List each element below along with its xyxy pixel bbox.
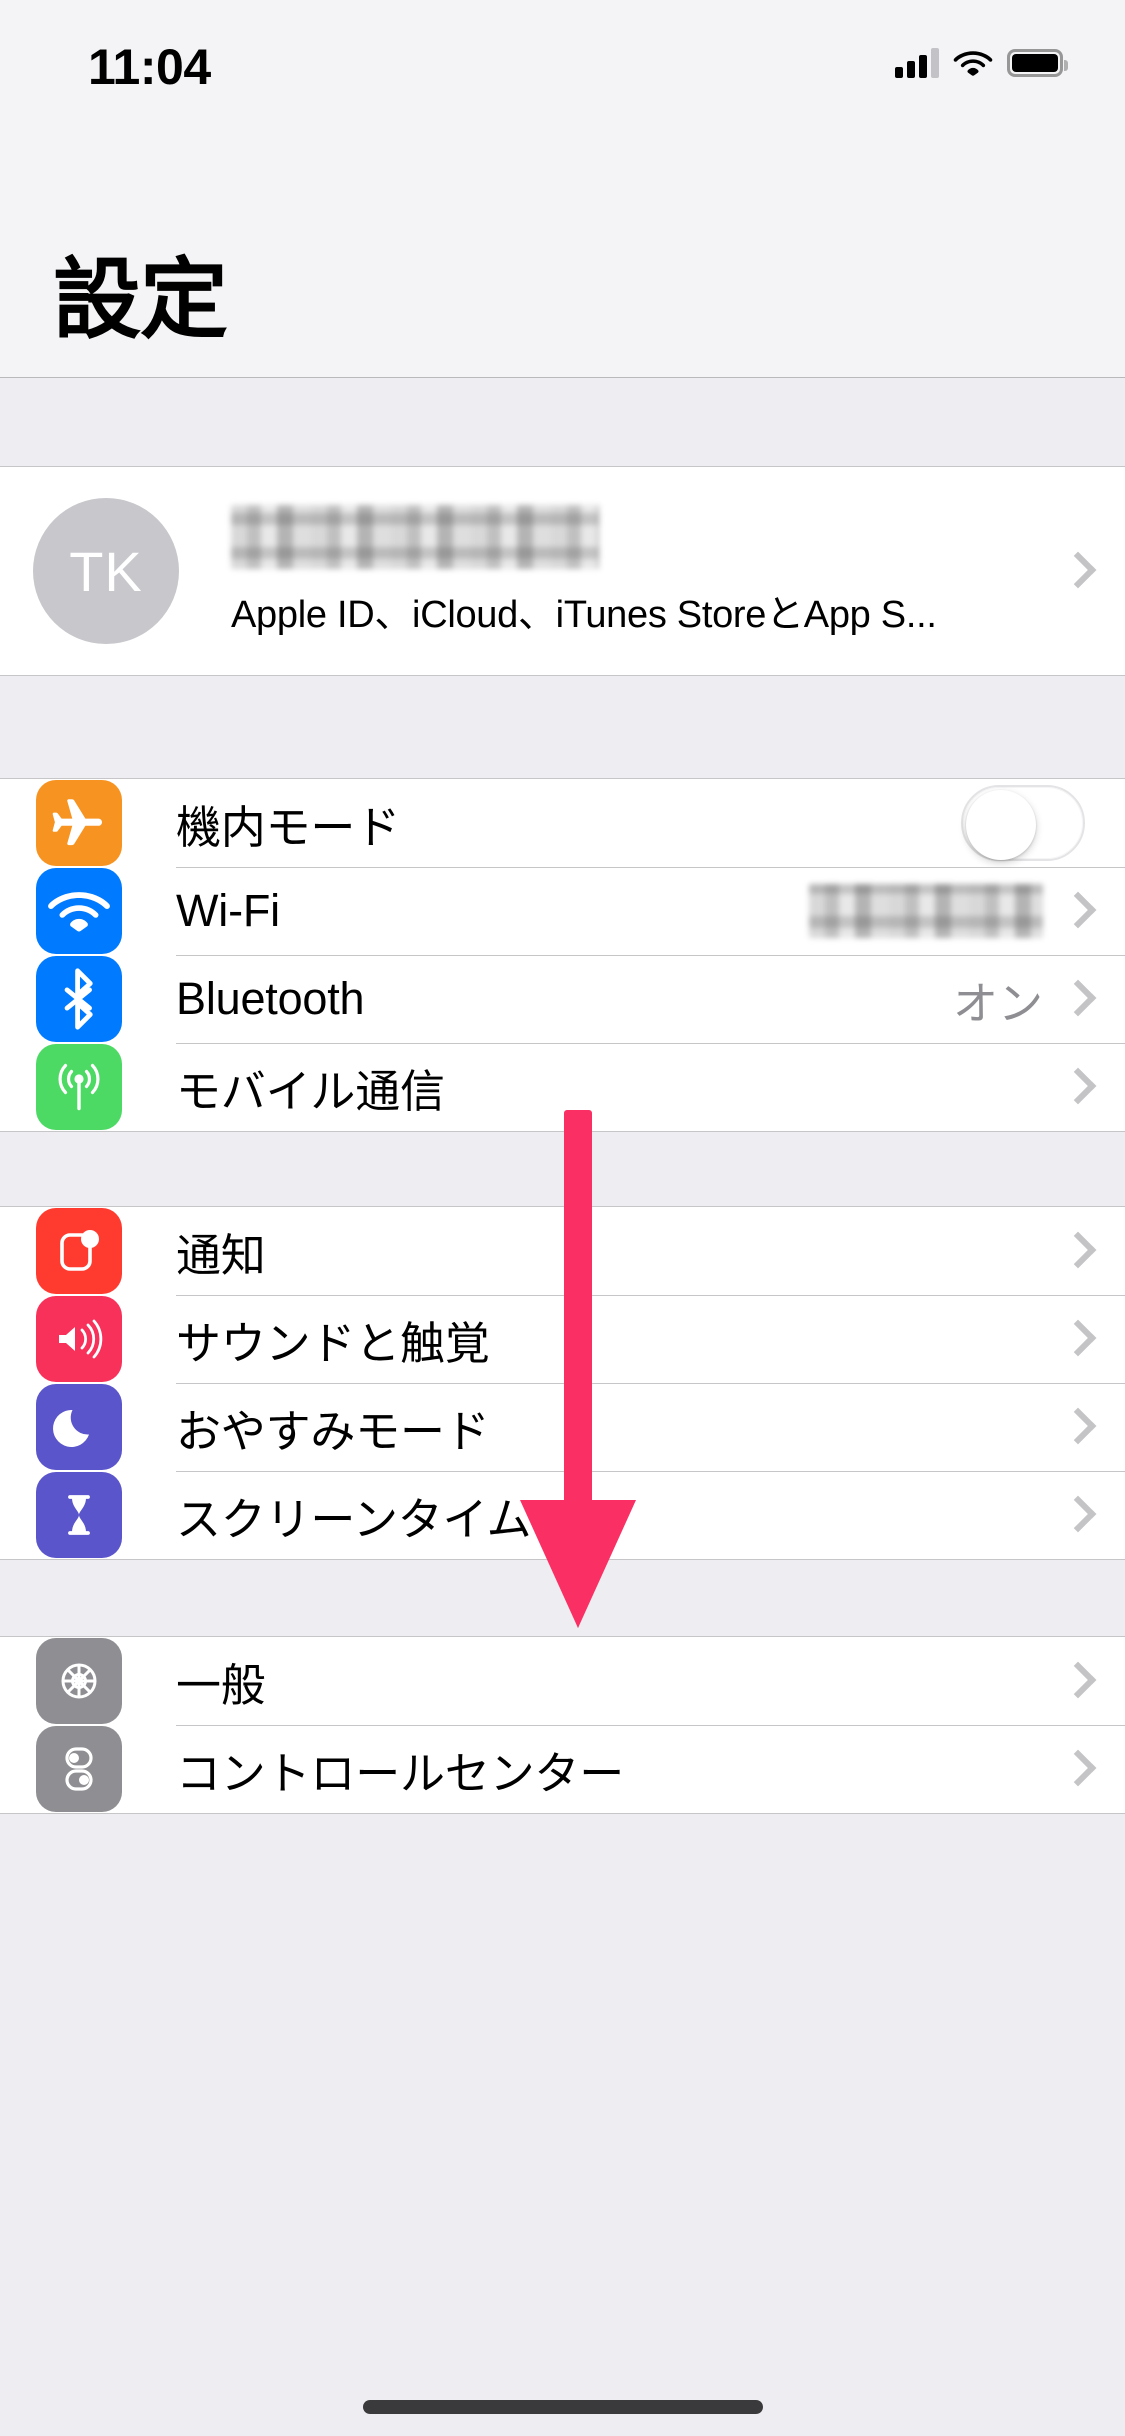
settings-row-accessory bbox=[809, 884, 1125, 938]
settings-row-label: スクリーンタイム bbox=[176, 1493, 532, 1545]
settings-row-general[interactable]: 一般 bbox=[0, 1637, 1125, 1725]
settings-row-label: Bluetooth bbox=[176, 973, 365, 1024]
chevron-right-icon bbox=[1065, 1233, 1085, 1269]
settings-row-label: 通知 bbox=[176, 1229, 266, 1281]
wifi-icon bbox=[36, 868, 122, 954]
status-bar: 11:04 bbox=[0, 0, 1125, 132]
cellular-signal-icon bbox=[895, 48, 939, 78]
gear-icon bbox=[36, 1638, 122, 1724]
sliders-icon bbox=[36, 1726, 122, 1812]
settings-row-accessory bbox=[1065, 1069, 1125, 1105]
settings-row-accessory bbox=[1065, 1751, 1125, 1787]
speaker-icon bbox=[36, 1296, 122, 1382]
apple-id-texts: Apple ID、iCloud、iTunes StoreとApp S... bbox=[231, 504, 937, 638]
settings-row-label: コントロールセンター bbox=[176, 1747, 625, 1799]
settings-row-label: サウンドと触覚 bbox=[176, 1317, 490, 1369]
toggle-knob bbox=[966, 790, 1036, 860]
apple-id-section: TK Apple ID、iCloud、iTunes StoreとApp S... bbox=[0, 466, 1125, 676]
settings-row-notifications[interactable]: 通知 bbox=[0, 1207, 1125, 1295]
home-indicator bbox=[362, 2400, 763, 2414]
group-system: 一般 コントロールセンター bbox=[0, 1636, 1125, 1814]
settings-row-wifi[interactable]: Wi-Fi bbox=[0, 867, 1125, 955]
settings-row-accessory bbox=[1065, 1233, 1125, 1269]
settings-row-label: Wi-Fi bbox=[176, 885, 280, 936]
wifi-network-value-redacted bbox=[809, 884, 1043, 938]
settings-row-cellular[interactable]: モバイル通信 bbox=[0, 1043, 1125, 1131]
settings-row-screen-time[interactable]: スクリーンタイム bbox=[0, 1471, 1125, 1559]
bluetooth-icon bbox=[36, 956, 122, 1042]
settings-row-accessory bbox=[1065, 1409, 1125, 1445]
settings-row-accessory bbox=[961, 785, 1125, 861]
section-gap bbox=[0, 1132, 1125, 1206]
wifi-icon bbox=[953, 48, 993, 78]
chevron-right-icon bbox=[1065, 1497, 1085, 1533]
bluetooth-status-value: オン bbox=[952, 977, 1043, 1029]
chevron-right-icon bbox=[1065, 1321, 1085, 1357]
settings-row-do-not-disturb[interactable]: おやすみモード bbox=[0, 1383, 1125, 1471]
settings-row-accessory bbox=[1065, 1497, 1125, 1533]
settings-row-label: モバイル通信 bbox=[176, 1065, 445, 1117]
chevron-right-icon bbox=[1065, 981, 1085, 1017]
hourglass-icon bbox=[36, 1472, 122, 1558]
airplane-mode-toggle[interactable] bbox=[961, 785, 1085, 861]
cellular-antenna-icon bbox=[36, 1044, 122, 1130]
chevron-right-icon bbox=[1065, 893, 1085, 929]
settings-row-accessory: オン bbox=[953, 967, 1125, 1032]
page-title: 設定 bbox=[53, 250, 228, 349]
chevron-right-icon bbox=[1065, 553, 1085, 589]
section-gap bbox=[0, 1560, 1125, 1636]
apple-id-row[interactable]: TK Apple ID、iCloud、iTunes StoreとApp S... bbox=[0, 467, 1125, 675]
moon-icon bbox=[36, 1384, 122, 1470]
chevron-right-icon bbox=[1065, 1409, 1085, 1445]
group-alerts: 通知 サウンドと触覚 おやすみモード スクリーンタイム bbox=[0, 1206, 1125, 1560]
notification-bell-icon bbox=[36, 1208, 122, 1294]
settings-row-sounds-haptics[interactable]: サウンドと触覚 bbox=[0, 1295, 1125, 1383]
airplane-icon bbox=[36, 780, 122, 866]
settings-row-label: おやすみモード bbox=[176, 1405, 490, 1457]
settings-row-accessory bbox=[1065, 1321, 1125, 1357]
status-bar-indicators bbox=[895, 48, 1068, 78]
section-gap bbox=[0, 378, 1125, 466]
avatar: TK bbox=[33, 498, 179, 644]
apple-id-accessory bbox=[1065, 553, 1125, 589]
settings-row-label: 機内モード bbox=[176, 801, 401, 853]
apple-id-name-redacted bbox=[231, 504, 599, 569]
chevron-right-icon bbox=[1065, 1663, 1085, 1699]
battery-full-icon bbox=[1007, 49, 1068, 77]
chevron-right-icon bbox=[1065, 1069, 1085, 1105]
settings-row-label: 一般 bbox=[176, 1659, 266, 1711]
chevron-right-icon bbox=[1065, 1751, 1085, 1787]
settings-row-control-center[interactable]: コントロールセンター bbox=[0, 1725, 1125, 1813]
settings-list[interactable]: TK Apple ID、iCloud、iTunes StoreとApp S...… bbox=[0, 378, 1125, 2436]
group-connectivity: 機内モード Wi-Fi Bluetooth オン モバイル通信 bbox=[0, 778, 1125, 1132]
section-gap bbox=[0, 676, 1125, 778]
status-bar-time: 11:04 bbox=[88, 39, 211, 95]
settings-row-airplane-mode[interactable]: 機内モード bbox=[0, 779, 1125, 867]
settings-row-accessory bbox=[1065, 1663, 1125, 1699]
page-header: 設定 bbox=[0, 132, 1125, 378]
settings-row-bluetooth[interactable]: Bluetooth オン bbox=[0, 955, 1125, 1043]
apple-id-subtitle: Apple ID、iCloud、iTunes StoreとApp S... bbox=[231, 593, 937, 636]
